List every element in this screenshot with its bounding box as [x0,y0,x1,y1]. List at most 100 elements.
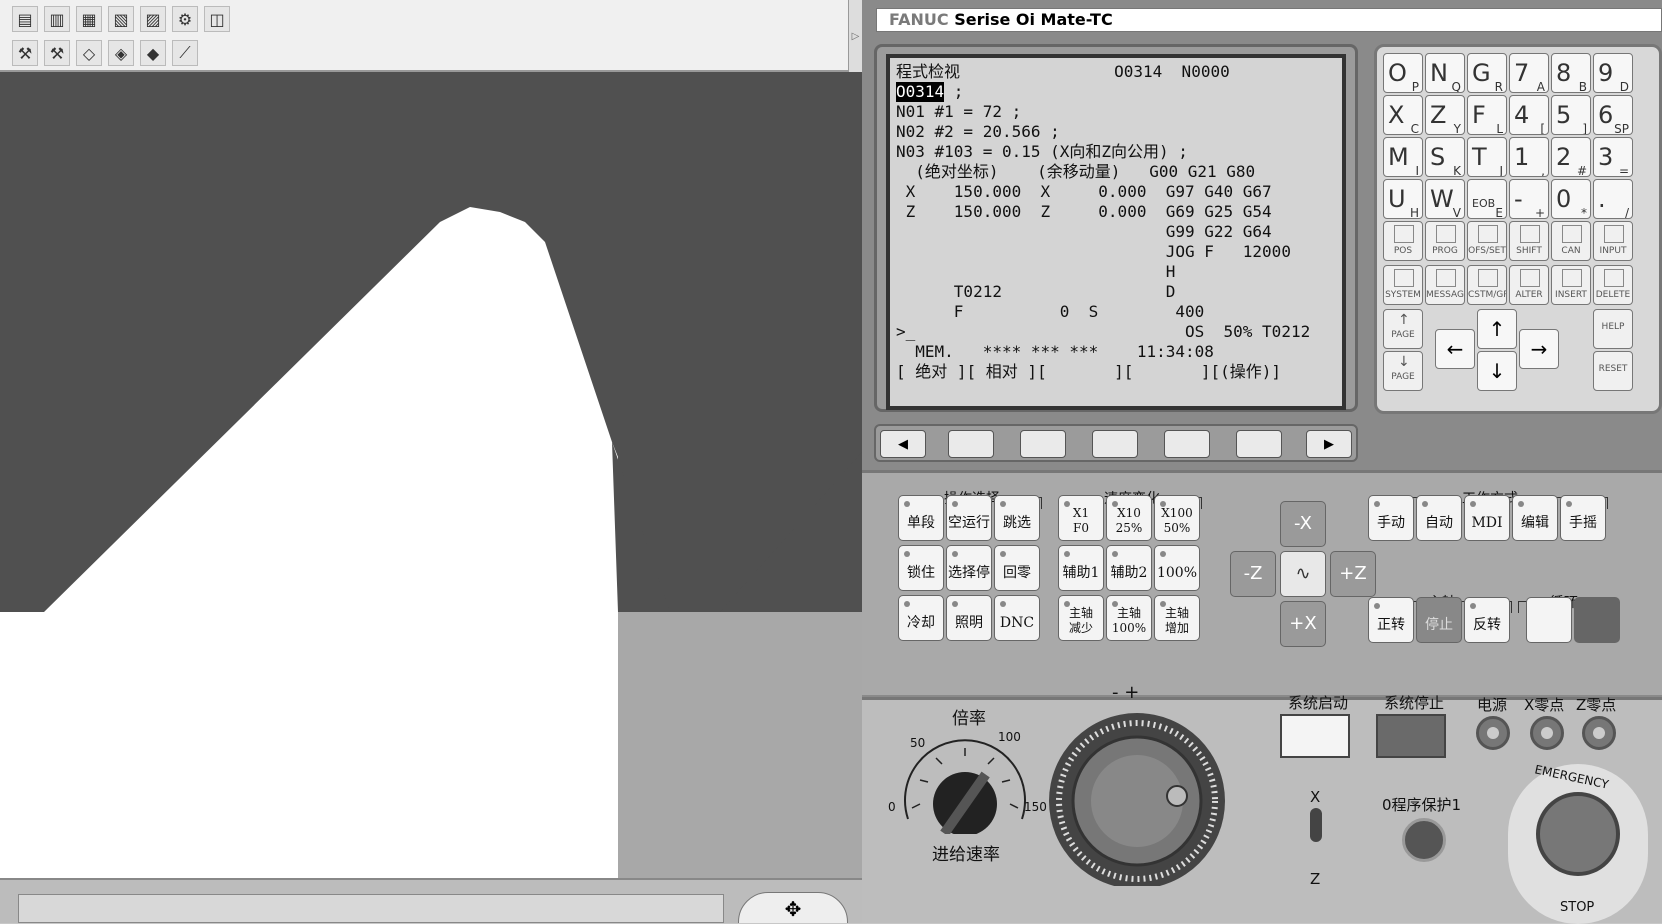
func-key-message[interactable]: MESSAGE [1425,265,1465,305]
key-8[interactable]: 8B [1551,53,1591,93]
save-icon[interactable]: ▦ [76,6,102,32]
cursor-left-icon[interactable]: ← [1435,329,1475,369]
handwheel-mpg[interactable] [1042,706,1232,886]
tool-icon[interactable]: ⚒ [12,40,38,66]
func-key-cstm-gr[interactable]: CSTM/GR [1467,265,1507,305]
key-m[interactable]: MI [1383,137,1423,177]
page-down-button[interactable]: ↓ PAGE [1383,351,1423,391]
softkey-right-arrow-icon[interactable]: ▶ [1306,430,1352,458]
help-button[interactable]: HELP [1593,309,1633,349]
key-2[interactable]: 2 # [1551,137,1591,177]
key-w[interactable]: WV [1425,179,1465,219]
prog-protect-key-switch[interactable] [1402,818,1446,862]
view-box-icon[interactable]: ◫ [204,6,230,32]
cursor-down-icon[interactable]: ↓ [1477,351,1517,391]
page-up-button[interactable]: ↑ PAGE [1383,309,1423,349]
settings-gear-icon[interactable]: ⚙ [172,6,198,32]
speed-button[interactable]: 主轴 减少 [1058,595,1104,641]
key-dot[interactable]: . / [1593,179,1633,219]
speed-button[interactable]: 辅助1 [1058,545,1104,591]
axis-minus-z-button[interactable]: -Z [1230,551,1276,597]
softkey-4[interactable] [1164,430,1210,458]
axis-plus-x-button[interactable]: +X [1280,601,1326,647]
func-key-system[interactable]: SYSTEM [1383,265,1423,305]
save-as-icon[interactable]: ▨ [140,6,166,32]
rapid-wave-icon[interactable]: ∿ [1280,551,1326,597]
func-key-alter[interactable]: ALTER [1509,265,1549,305]
speed-button[interactable]: X10 25% [1106,495,1152,541]
spindle-button[interactable]: 正转 [1368,597,1414,643]
op-select-button[interactable]: 选择停 [946,545,992,591]
print-icon[interactable]: ▧ [108,6,134,32]
op-select-button[interactable]: DNC [994,595,1040,641]
diamond-view-icon[interactable]: ◇ [76,40,102,66]
key-3[interactable]: 3 = [1593,137,1633,177]
spindle-button[interactable]: 反转 [1464,597,1510,643]
emergency-stop-button[interactable]: EMERGENCY STOP [1508,762,1648,924]
func-key-pos[interactable]: POS [1383,221,1423,261]
cursor-up-icon[interactable]: ↑ [1477,309,1517,349]
func-key-delete[interactable]: DELETE [1593,265,1633,305]
key-t[interactable]: TJ [1467,137,1507,177]
key-n[interactable]: NQ [1425,53,1465,93]
diamond-view-2-icon[interactable]: ◈ [108,40,134,66]
axis-select-switch[interactable] [1310,808,1322,842]
op-select-button[interactable]: 回零 [994,545,1040,591]
tool-setup-icon[interactable]: ⚒ [44,40,70,66]
axis-plus-z-button[interactable]: +Z [1330,551,1376,597]
speed-button[interactable]: 100% [1154,545,1200,591]
key-4[interactable]: 4[ [1509,95,1549,135]
cycle-stop-button[interactable] [1574,597,1620,643]
op-select-button[interactable]: 照明 [946,595,992,641]
simulation-viewport[interactable]: ▤ ▥ ▦ ▧ ▨ ⚙ ◫ ⚒ ⚒ ◇ ◈ ◆ ⟋ ▷ ✥ [0,0,862,923]
sys-stop-button[interactable] [1376,714,1446,758]
func-key-shift[interactable]: SHIFT [1509,221,1549,261]
func-key-insert[interactable]: INSERT [1551,265,1591,305]
op-select-button[interactable]: 冷却 [898,595,944,641]
func-key-can[interactable]: CAN [1551,221,1591,261]
key-z[interactable]: ZY [1425,95,1465,135]
axis-minus-x-button[interactable]: -X [1280,501,1326,547]
key-x[interactable]: XC [1383,95,1423,135]
key-s[interactable]: SK [1425,137,1465,177]
key-9[interactable]: 9D [1593,53,1633,93]
func-key-input[interactable]: INPUT [1593,221,1633,261]
reset-button[interactable]: RESET [1593,351,1633,391]
speed-button[interactable]: 辅助2 [1106,545,1152,591]
work-mode-button[interactable]: 手摇 [1560,495,1606,541]
key-o[interactable]: OP [1383,53,1423,93]
work-mode-button[interactable]: 手动 [1368,495,1414,541]
op-select-button[interactable]: 单段 [898,495,944,541]
op-select-button[interactable]: 跳选 [994,495,1040,541]
key-g[interactable]: GR [1467,53,1507,93]
work-mode-button[interactable]: MDI [1464,495,1510,541]
new-file-icon[interactable]: ▤ [12,6,38,32]
key-7[interactable]: 7A [1509,53,1549,93]
key-u[interactable]: UH [1383,179,1423,219]
softkey-3[interactable] [1092,430,1138,458]
cycle-start-button[interactable] [1526,597,1572,643]
key-minus[interactable]: - + [1509,179,1549,219]
work-mode-button[interactable]: 编辑 [1512,495,1558,541]
key-eob[interactable]: EOB E [1467,179,1507,219]
cursor-right-icon[interactable]: → [1519,329,1559,369]
diamond-view-3-icon[interactable]: ◆ [140,40,166,66]
speed-button[interactable]: X1 F0 [1058,495,1104,541]
key-1[interactable]: 1, [1509,137,1549,177]
speed-button[interactable]: 主轴 100% [1106,595,1152,641]
softkey-5[interactable] [1236,430,1282,458]
speed-button[interactable]: X100 50% [1154,495,1200,541]
func-key-prog[interactable]: PROG [1425,221,1465,261]
op-select-button[interactable]: 空运行 [946,495,992,541]
speed-button[interactable]: 主轴 增加 [1154,595,1200,641]
key-f[interactable]: FL [1467,95,1507,135]
splitter-arrow-icon[interactable]: ▷ [848,0,862,72]
open-file-icon[interactable]: ▥ [44,6,70,32]
ruler-icon[interactable]: ⟋ [172,40,198,66]
softkey-left-arrow-icon[interactable]: ◀ [880,430,926,458]
softkey-1[interactable] [948,430,994,458]
softkey-2[interactable] [1020,430,1066,458]
func-key-ofs-set[interactable]: OFS/SET [1467,221,1507,261]
horizontal-scrollbar[interactable] [18,894,724,923]
key-6[interactable]: 6 SP [1593,95,1633,135]
